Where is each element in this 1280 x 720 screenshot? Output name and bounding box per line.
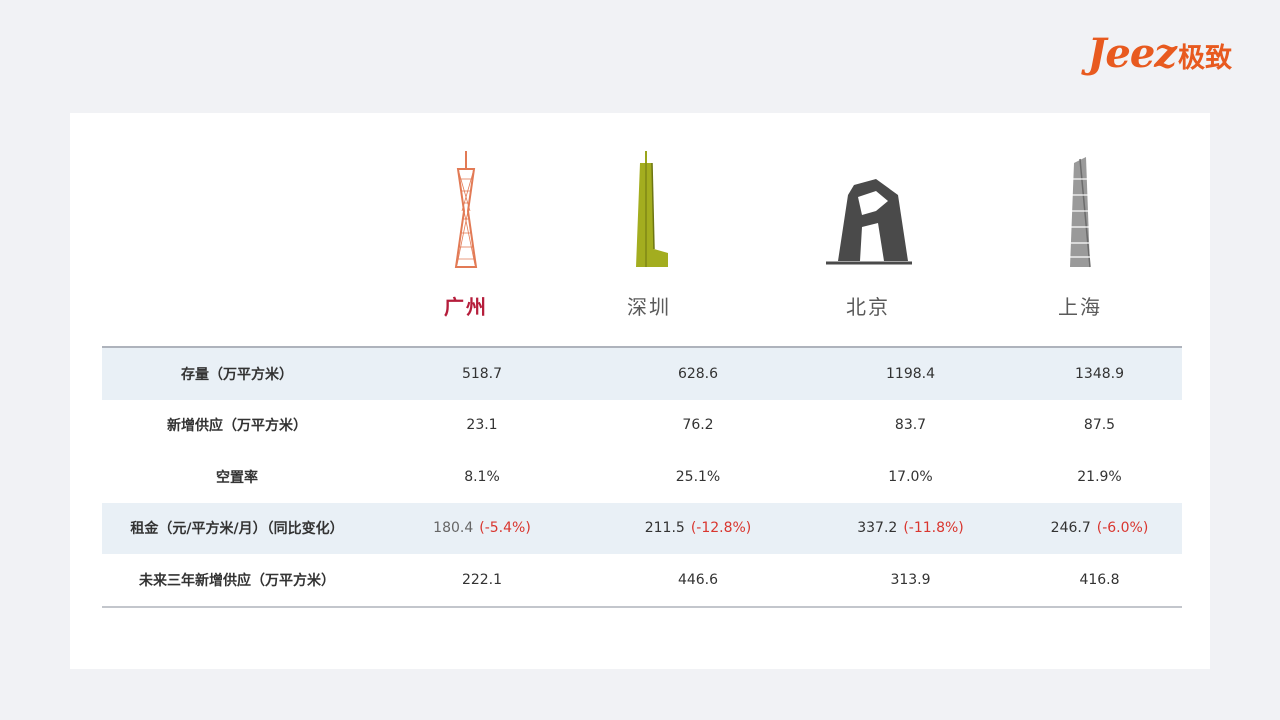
metrics-table: 存量（万平方米） 518.7 628.6 1198.4 1348.9 新增供应（… (102, 346, 1182, 608)
table-cell: 313.9 (890, 571, 931, 588)
table-cell: 246.7 (-6.0%) (1017, 502, 1182, 554)
yoy-change: (-6.0%) (1096, 520, 1149, 537)
row-label: 租金（元/平方米/月）（同比变化） (102, 502, 372, 554)
table-cell: 25.1% (675, 468, 721, 485)
shanghai-tower-icon (1070, 157, 1091, 268)
table-cell: 180.4 (-5.4%) (372, 502, 592, 554)
row-label: 空置率 (216, 469, 258, 486)
table-cell: 222.1 (461, 571, 503, 588)
row-label: 存量（万平方米） (102, 347, 372, 400)
canton-tower-icon (454, 151, 478, 268)
table-cell: 21.9% (1077, 468, 1122, 485)
table-cell: 8.1% (464, 468, 500, 485)
rent-value: 337.2 (857, 520, 898, 537)
table-cell: 76.2 (682, 417, 714, 434)
comparison-card: 广州 深圳 北京 上海 存量（万平方米） 518.7 628.6 1198.4 … (70, 113, 1210, 669)
table-cell: 23.1 (466, 417, 498, 434)
table-row: 租金（元/平方米/月）（同比变化） 180.4 (-5.4%) 211.5 (-12… (102, 502, 1182, 554)
table-cell: 446.6 (677, 571, 719, 588)
table-row: 空置率 8.1% 25.1% 17.0% 21.9% (102, 451, 1182, 503)
yoy-change: (-11.8%) (903, 520, 964, 537)
table-cell: 416.8 (1079, 571, 1120, 588)
city-beijing: 北京 (788, 149, 948, 320)
table-row: 未来三年新增供应（万平方米） 222.1 446.6 313.9 416.8 (102, 554, 1182, 607)
table-cell: 518.7 (372, 347, 592, 400)
yoy-change: (-5.4%) (479, 520, 531, 537)
jeez-logo: Jeez 极致 (1087, 34, 1232, 74)
table-row: 存量（万平方米） 518.7 628.6 1198.4 1348.9 (102, 347, 1182, 400)
city-guangzhou: 广州 (386, 149, 546, 320)
rent-value: 211.5 (644, 520, 685, 537)
city-name-guangzhou: 广州 (444, 295, 488, 319)
row-label: 未来三年新增供应（万平方米） (139, 572, 335, 589)
table-cell: 1198.4 (804, 347, 1017, 400)
table-cell: 1348.9 (1017, 347, 1182, 400)
city-shanghai: 上海 (1000, 149, 1160, 320)
city-name-shenzhen: 深圳 (627, 295, 671, 319)
table-cell: 628.6 (592, 347, 804, 400)
city-shenzhen: 深圳 (569, 149, 729, 320)
table-cell: 87.5 (1083, 417, 1116, 434)
yoy-change: (-12.8%) (690, 520, 752, 537)
table-cell: 211.5 (-12.8%) (592, 502, 804, 554)
table-row: 新增供应（万平方米） 23.1 76.2 83.7 87.5 (102, 400, 1182, 452)
rent-value: 180.4 (433, 520, 474, 537)
table-cell: 83.7 (894, 417, 927, 434)
table-cell: 337.2 (-11.8%) (804, 502, 1017, 554)
row-label: 新增供应（万平方米） (167, 418, 307, 435)
ping-an-tower-icon (636, 151, 668, 267)
cctv-building-icon (826, 179, 912, 265)
city-header-row: 广州 深圳 北京 上海 (70, 113, 1210, 343)
table-cell: 17.0% (888, 468, 933, 485)
logo-chinese: 极致 (1178, 43, 1232, 74)
city-name-shanghai: 上海 (1058, 295, 1102, 319)
rent-value: 246.7 (1050, 520, 1091, 537)
logo-wordmark: Jeez (1087, 30, 1177, 77)
city-name-beijing: 北京 (846, 295, 890, 319)
